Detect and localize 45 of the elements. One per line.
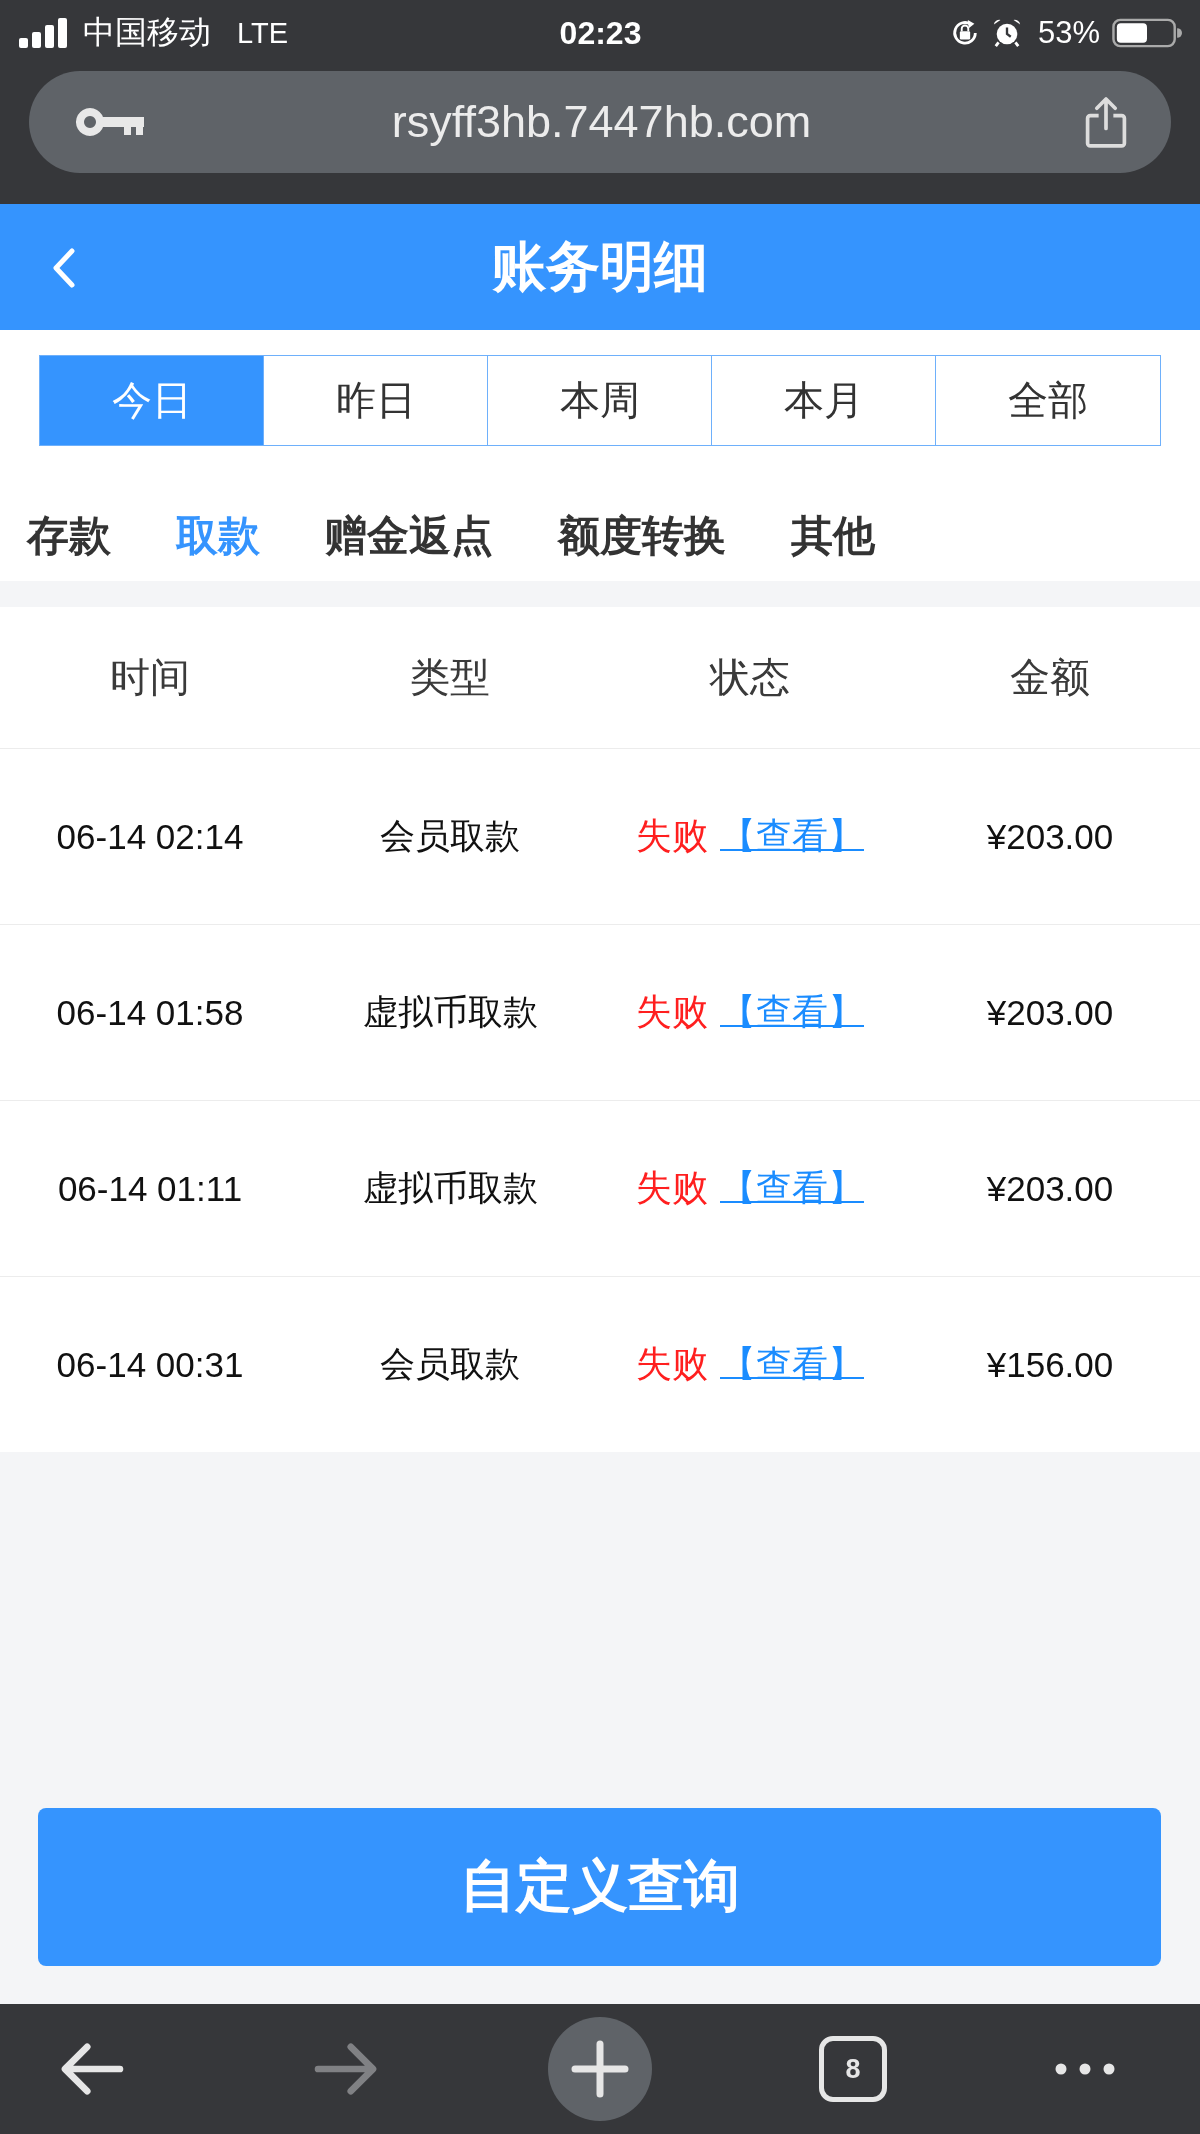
- type-cell-text: 虚拟币取款: [362, 1167, 538, 1209]
- page-title: 账务明细: [492, 234, 708, 298]
- time-cell: 06-14 01:58: [56, 992, 244, 1033]
- back-arrow-icon[interactable]: [60, 2043, 124, 2095]
- status-text: 失败: [636, 1166, 708, 1210]
- column-header: 金额: [1010, 654, 1090, 701]
- url-text: rsyff3hb.7447hb.com: [390, 96, 813, 148]
- alarm-clock-icon: [991, 18, 1022, 48]
- address-bar[interactable]: rsyff3hb.7447hb.com: [29, 71, 1171, 173]
- amount-cell: ¥203.00: [986, 816, 1114, 857]
- category-tab[interactable]: 存款: [27, 507, 111, 564]
- type-cell-text: 会员取款: [380, 1343, 520, 1385]
- amount-cell: ¥203.00: [986, 1168, 1114, 1209]
- new-tab-icon[interactable]: [548, 2017, 652, 2121]
- category-tab[interactable]: 赠金返点: [325, 507, 493, 564]
- period-tab[interactable]: 全部: [935, 355, 1161, 446]
- status-text: 失败: [636, 1342, 708, 1386]
- tab-count-button[interactable]: 8: [819, 2036, 887, 2102]
- key-icon: [76, 107, 144, 137]
- signal-icon: [19, 18, 69, 48]
- back-icon[interactable]: [52, 248, 76, 288]
- share-icon[interactable]: [1083, 94, 1129, 150]
- battery-percent: 53%: [1037, 15, 1100, 51]
- category-tab[interactable]: 其他: [791, 507, 875, 564]
- network-type: LTE: [237, 16, 289, 50]
- category-tab[interactable]: 额度转换: [558, 507, 726, 564]
- period-tab[interactable]: 昨日: [263, 355, 489, 446]
- period-tab[interactable]: 本周: [487, 355, 713, 446]
- amount-cell: ¥156.00: [986, 1344, 1114, 1385]
- status-time: 02:23: [559, 14, 642, 52]
- column-header: 时间: [110, 654, 190, 701]
- type-cell-text: 会员取款: [380, 815, 520, 857]
- period-tab[interactable]: 本月: [711, 355, 937, 446]
- battery-icon: [1112, 18, 1182, 48]
- type-cell-text: 虚拟币取款: [362, 991, 538, 1033]
- time-cell: 06-14 02:14: [56, 816, 244, 857]
- time-cell: 06-14 00:31: [56, 1344, 244, 1385]
- column-header: 类型: [410, 654, 490, 701]
- column-header: 状态: [710, 654, 790, 701]
- status-text: 失败: [636, 990, 708, 1034]
- time-cell: 06-14 01:11: [57, 1168, 243, 1209]
- amount-cell: ¥203.00: [986, 992, 1114, 1033]
- carrier-name: 中国移动: [83, 13, 211, 52]
- status-text: 失败: [636, 814, 708, 858]
- more-menu-icon[interactable]: [1055, 2063, 1115, 2075]
